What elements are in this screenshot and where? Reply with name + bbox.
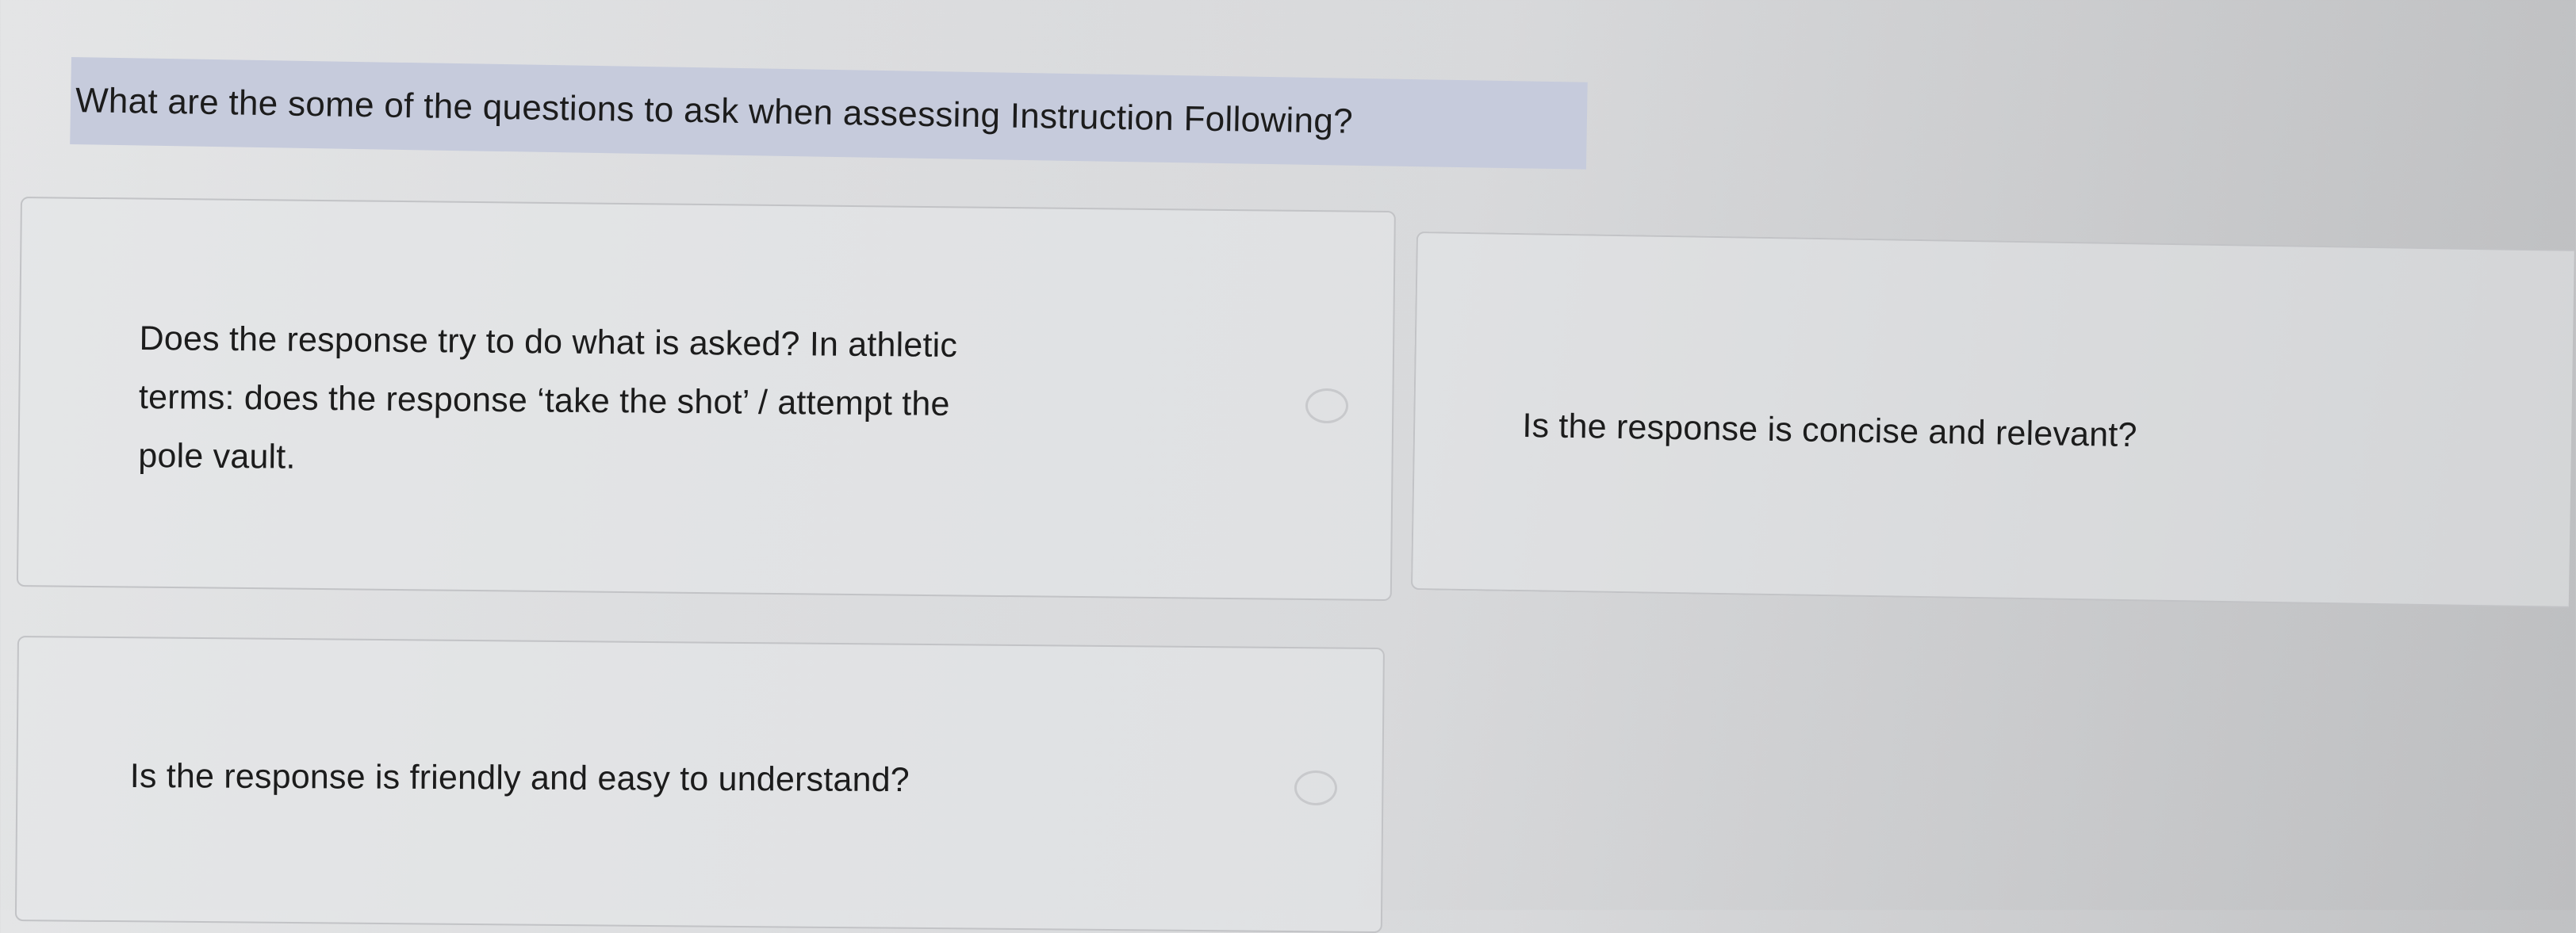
answer-option-2-text: Is the response is concise and relevant? (1522, 396, 2137, 465)
question-prompt: What are the some of the questions to as… (70, 57, 1588, 170)
answer-option-3-text: Is the response is friendly and easy to … (130, 747, 910, 809)
answer-option-1-line-2: terms: does the response ‘take the shot’… (138, 377, 950, 423)
answer-option-3-radio[interactable] (1294, 770, 1337, 805)
answer-option-1-line-3: pole vault. (138, 436, 296, 476)
answer-option-1-radio[interactable] (1305, 388, 1348, 423)
answer-option-3-label: Is the response is friendly and easy to … (129, 756, 910, 800)
answer-option-1-text: Does the response try to do what is aske… (138, 309, 957, 492)
question-text: What are the some of the questions to as… (75, 81, 1354, 141)
answer-option-2-label: Is the response is concise and relevant? (1522, 406, 2137, 455)
answer-option-1-line-1: Does the response try to do what is aske… (139, 319, 958, 365)
